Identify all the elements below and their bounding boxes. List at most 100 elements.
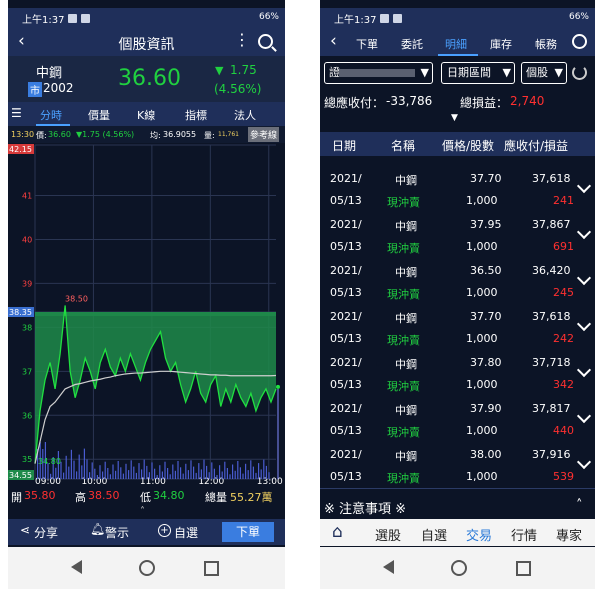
volume-bar [107, 468, 109, 479]
volume-bar [73, 460, 75, 479]
low-annotation: 34.80 [38, 457, 61, 466]
tab-market[interactable]: 行情 [511, 525, 537, 544]
left-phone: 上午1:37 66% ‹ 個股資訊 ⋮ 中鋼 市 2002 36.60 ▼ 1.… [8, 0, 285, 589]
tab-trade[interactable]: 交易 [466, 525, 492, 544]
down-triangle-icon: ▼ [215, 64, 224, 77]
volume-bar [234, 470, 236, 479]
order-button[interactable]: 下單 [222, 522, 274, 542]
tab-watchlist[interactable]: 自選 [421, 525, 447, 544]
dropdown-arrow-icon: ▼ [554, 66, 563, 79]
volume-bar [182, 473, 184, 479]
row-date-day: 05/13 [330, 424, 362, 437]
share-button[interactable]: 分享 [34, 524, 58, 541]
bell-icon[interactable]: 🔔︎ [90, 522, 105, 536]
table-row[interactable]: 2021/05/13 中鋼 現沖賣 37.70 1,000 37,618 241 [320, 166, 595, 213]
table-row[interactable]: 2021/05/13 中鋼 現沖賣 36.50 1,000 36,420 245 [320, 258, 595, 305]
row-pl: 539 [553, 470, 574, 483]
action-bar: ⋖ 分享 🔔︎ 警示 + 自選 下單 [8, 519, 285, 545]
search-icon[interactable] [572, 34, 587, 49]
expand-chevron-icon[interactable] [576, 454, 592, 470]
volume-bar [260, 469, 262, 479]
col-amount-pl: 應收付/損益 [504, 139, 569, 153]
tab-entrust[interactable]: 委託 [401, 36, 423, 52]
expand-down-icon[interactable]: ▼ [451, 113, 458, 123]
volume-bar [245, 463, 247, 479]
tab-detail[interactable]: 明細 [445, 36, 467, 52]
tab-price-volume[interactable]: 價量 [88, 107, 110, 123]
high-annotation: 38.50 [65, 294, 88, 303]
status-time: 上午1:37 [22, 14, 65, 26]
watchlist-button[interactable]: 自選 [174, 524, 198, 541]
back-arrow-icon[interactable]: ‹ [330, 31, 337, 51]
row-price: 37.95 [470, 218, 502, 231]
expand-chevron-icon[interactable] [576, 408, 592, 424]
chevron-up-icon[interactable]: ˄ [576, 498, 583, 513]
table-row[interactable]: 2021/05/13 中鋼 現沖賣 37.95 1,000 37,867 691 [320, 212, 595, 259]
tab-intraday[interactable]: 分時 [40, 107, 62, 123]
date-range-select[interactable]: 日期區間 ▼ [441, 62, 515, 84]
refresh-icon[interactable] [572, 65, 587, 80]
volume-bar [86, 459, 88, 479]
add-watch-icon[interactable]: + [158, 524, 171, 537]
tab-institutional[interactable]: 法人 [234, 107, 256, 123]
row-date-day: 05/13 [330, 194, 362, 207]
row-kind: 現沖賣 [387, 242, 420, 255]
nav-back-icon[interactable] [383, 560, 394, 574]
table-row[interactable]: 2021/05/13 中鋼 現沖賣 37.90 1,000 37,817 440 [320, 396, 595, 443]
notice-bar[interactable]: ※ 注意事項 ※ ˄ [320, 494, 595, 518]
row-date-day: 05/13 [330, 240, 362, 253]
row-shares: 1,000 [466, 194, 498, 207]
volume-bar [263, 459, 265, 479]
row-date-year: 2021/ [330, 264, 362, 277]
nav-recents-icon[interactable] [204, 561, 219, 576]
nav-recents-icon[interactable] [516, 561, 531, 576]
row-price: 38.00 [470, 448, 502, 461]
row-kind: 現沖賣 [387, 196, 420, 209]
detail-table: 2021/05/13 中鋼 現沖賣 37.70 1,000 37,618 241 2021/0… [320, 156, 595, 492]
stock-quote-panel: 中鋼 市 2002 36.60 ▼ 1.75 (4.56%) [8, 56, 285, 102]
volume-bar [216, 475, 218, 479]
nav-back-icon[interactable] [71, 560, 82, 574]
volume-bar [213, 468, 215, 479]
home-icon[interactable]: ⌂ [332, 522, 343, 542]
settings-lines-icon[interactable]: ☰ [11, 106, 22, 120]
expand-chevron-icon[interactable] [576, 362, 592, 378]
tab-indicator[interactable]: 指標 [185, 107, 207, 123]
row-shares: 1,000 [466, 286, 498, 299]
market-badge: 市 [28, 82, 42, 97]
volume-bar [200, 469, 202, 479]
y-tick-label: 35 [22, 455, 32, 464]
col-name: 名稱 [391, 139, 416, 153]
table-row[interactable]: 2021/05/13 中鋼 現沖賣 37.80 1,000 37,718 342 [320, 350, 595, 397]
tab-inventory[interactable]: 庫存 [490, 36, 512, 52]
reference-line-button[interactable]: 參考線 [248, 127, 280, 142]
volume-bar [70, 449, 72, 479]
volume-bar [120, 467, 122, 479]
table-header: 日期 名稱 價格/股數 應收付/損益 [320, 132, 595, 156]
table-row[interactable]: 2021/05/13 中鋼 現沖賣 38.00 1,000 37,916 539 [320, 442, 595, 489]
row-date-year: 2021/ [330, 310, 362, 323]
tab-kline[interactable]: K線 [137, 107, 155, 123]
intraday-chart[interactable]: 09:00 10:00 11:00 12:00 13:0042.1541403938.3… [8, 143, 285, 485]
tab-expert[interactable]: 專家 [556, 525, 582, 544]
expand-chevron-icon[interactable] [576, 178, 592, 194]
share-icon[interactable]: ⋖ [20, 523, 30, 537]
tab-order[interactable]: 下單 [356, 36, 378, 52]
expand-chevron-icon[interactable] [576, 316, 592, 332]
dropdown-arrow-icon: ▼ [502, 66, 511, 79]
tab-screener[interactable]: 選股 [375, 525, 401, 544]
table-row[interactable]: 2021/05/13 中鋼 現沖賣 37.70 1,000 37,618 242 [320, 304, 595, 351]
expand-chevron-icon[interactable] [576, 224, 592, 240]
notification-icon [380, 13, 390, 23]
type-select[interactable]: 個股 ▼ [521, 62, 567, 84]
collapse-chevron-icon[interactable]: ˄ [140, 506, 145, 517]
expand-chevron-icon[interactable] [576, 270, 592, 286]
tab-accounting[interactable]: 帳務 [535, 36, 557, 52]
nav-home-icon[interactable] [139, 560, 155, 576]
nav-home-icon[interactable] [451, 560, 467, 576]
info-vol-label: 量: [204, 131, 215, 140]
account-select[interactable]: 證 ▼ [324, 62, 433, 84]
more-menu-icon[interactable]: ⋮ [234, 30, 250, 49]
alert-button[interactable]: 警示 [105, 524, 129, 541]
row-name: 中鋼 [395, 220, 417, 233]
